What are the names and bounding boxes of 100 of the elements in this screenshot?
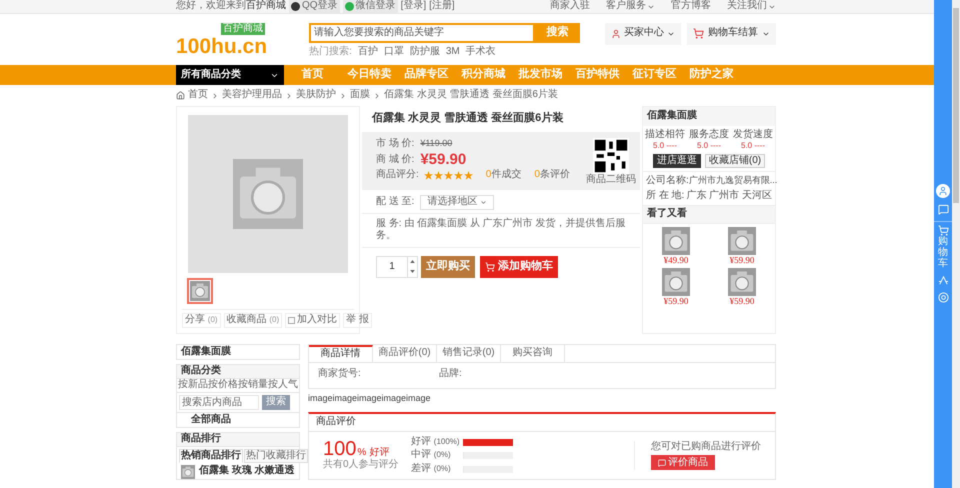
breadcrumb-link[interactable]: 美容护理用品 bbox=[222, 89, 282, 102]
compare-label: 加入对比 bbox=[297, 314, 338, 326]
compare-checkbox[interactable] bbox=[288, 316, 296, 324]
cart-button[interactable]: 购物车结算 bbox=[687, 22, 776, 44]
shop-search-field[interactable]: 搜索店内商品 bbox=[179, 395, 259, 410]
circle-icon[interactable] bbox=[938, 292, 948, 303]
cart-icon bbox=[938, 225, 948, 236]
star-icon bbox=[464, 171, 473, 180]
separator-icon bbox=[211, 92, 219, 100]
sort-link[interactable]: 按人气 bbox=[268, 379, 298, 392]
register-link[interactable]: [注册] bbox=[429, 0, 455, 13]
detail-field-label: 品牌: bbox=[439, 368, 463, 381]
delivery-label: 配 送 至: bbox=[376, 196, 414, 208]
login-link[interactable]: 微信登录 bbox=[342, 0, 398, 13]
top-link[interactable]: 客户服务 bbox=[606, 0, 655, 13]
market-price-label: 市 场 价: bbox=[376, 138, 414, 150]
score-value: 5.0 ---- bbox=[653, 141, 677, 151]
reviews-title: 商品评价 bbox=[309, 414, 775, 432]
detail-tab[interactable]: 商品评价(0) bbox=[373, 345, 437, 362]
ranking-tab[interactable]: 热销商品排行 bbox=[179, 449, 243, 463]
rating-bar-label: 差评 (0%) bbox=[411, 462, 452, 476]
location-value: 广东 广州市 天河区 bbox=[686, 190, 772, 202]
score-value: 5.0 ---- bbox=[741, 141, 765, 151]
avatar-icon[interactable] bbox=[936, 184, 950, 198]
qr-code-label: 商品二维码 bbox=[586, 174, 636, 186]
shop-name-panel: 佰露集面膜 bbox=[176, 344, 300, 360]
product-action-link[interactable]: 收藏商品 (0) bbox=[224, 313, 282, 328]
search-field[interactable]: 请输入您要搜索的商品关键字 bbox=[309, 22, 536, 42]
increment-icon[interactable] bbox=[410, 260, 415, 264]
mall-price: ¥59.90 bbox=[420, 152, 466, 168]
top-link[interactable]: 官方博客 bbox=[671, 0, 711, 13]
score-label: 服务态度 bbox=[689, 128, 729, 141]
category-menu-button[interactable]: 所有商品分类 bbox=[176, 65, 284, 85]
all-products-link[interactable]: 全部商品 bbox=[191, 414, 231, 426]
report-link[interactable]: 举 报 bbox=[343, 313, 372, 328]
favorite-store-button[interactable]: 收藏店铺(0) bbox=[704, 154, 766, 168]
enter-store-button[interactable]: 进店逛逛 bbox=[652, 154, 701, 168]
viewed-title: 看了又看 bbox=[643, 205, 775, 224]
thumbnail[interactable] bbox=[187, 278, 213, 304]
top-link[interactable]: 关注我们 bbox=[727, 0, 776, 13]
breadcrumb-link[interactable]: 首页 bbox=[188, 89, 208, 102]
decrement-icon[interactable] bbox=[410, 270, 415, 274]
breadcrumb-link[interactable]: 面膜 bbox=[350, 89, 370, 102]
star-icon bbox=[434, 171, 443, 180]
ranking-item-title[interactable]: 佰露集 玫瑰 水嫩通透 bbox=[199, 465, 295, 479]
breadcrumb-link[interactable]: 美肤防护 bbox=[296, 89, 336, 102]
viewed-price: ¥49.90 bbox=[664, 254, 688, 266]
location-label: 所 在 地: bbox=[646, 190, 684, 202]
participants-text: 共有0人参与评分 bbox=[323, 459, 399, 472]
store-name: 佰露集面膜 bbox=[643, 107, 775, 126]
hot-search-link[interactable]: 防护服 bbox=[410, 46, 440, 58]
sort-link[interactable]: 按销量 bbox=[238, 379, 268, 392]
login-link[interactable]: QQ登录 bbox=[289, 0, 340, 13]
scrollbar[interactable] bbox=[952, 0, 960, 488]
product-action-link[interactable]: 分享 (0) bbox=[182, 313, 221, 328]
separator-icon bbox=[373, 92, 381, 100]
score-value: 5.0 ---- bbox=[697, 141, 721, 151]
message-icon[interactable] bbox=[938, 204, 948, 215]
write-review-button[interactable]: 评价商品 bbox=[651, 455, 715, 470]
market-price: ¥119.00 bbox=[420, 138, 452, 150]
hot-search-link[interactable]: 口罩 bbox=[384, 46, 404, 58]
ranking-tab[interactable]: 热门收藏排行 bbox=[244, 449, 308, 463]
star-icon bbox=[424, 171, 433, 180]
score-label: 描述相符 bbox=[645, 128, 685, 141]
quantity-field[interactable]: 1 bbox=[376, 256, 418, 278]
detail-tab[interactable]: 购买咨询 bbox=[501, 345, 565, 362]
cart-icon bbox=[693, 28, 704, 39]
separator-icon bbox=[285, 92, 293, 100]
user-icon bbox=[611, 28, 621, 38]
detail-tab[interactable]: 销售记录(0) bbox=[437, 345, 501, 362]
detail-tab[interactable]: 商品详情 bbox=[309, 345, 373, 362]
hot-search-link[interactable]: 3M bbox=[446, 46, 460, 58]
review-count: 0条评价 bbox=[534, 169, 570, 182]
rating-bar-label: 好评 (100%) bbox=[411, 436, 459, 448]
positive-rate: 100 bbox=[323, 439, 356, 460]
caret-icon bbox=[480, 198, 488, 206]
positive-label: 好评 bbox=[369, 446, 390, 458]
camera-icon bbox=[233, 159, 303, 229]
hot-search-link[interactable]: 百护 bbox=[358, 46, 378, 58]
sidebar-cart-link[interactable]: 购物车 bbox=[938, 236, 948, 269]
review-prompt: 您可对已购商品进行评价 bbox=[651, 440, 761, 454]
star-icon bbox=[454, 171, 463, 180]
breadcrumb-link[interactable]: 佰露集 水灵灵 雪肤通透 蚕丝面膜6片装 bbox=[384, 89, 558, 102]
mall-price-label: 商 城 价: bbox=[376, 154, 414, 166]
qr-code-icon bbox=[593, 138, 629, 174]
company-label: 公司名称: bbox=[646, 175, 689, 188]
region-select[interactable]: 请选择地区 bbox=[420, 194, 494, 210]
product-thumbnail bbox=[728, 268, 756, 296]
login-link[interactable]: [登录] bbox=[400, 0, 426, 13]
hot-search-link[interactable]: 手术衣 bbox=[466, 46, 496, 58]
add-to-cart-button[interactable]: 添加购物车 bbox=[480, 256, 558, 278]
product-title: 佰露集 水灵灵 雪肤通透 蚕丝面膜6片装 bbox=[370, 110, 564, 126]
top-link[interactable]: 商家入驻 bbox=[550, 0, 590, 13]
sort-link[interactable]: 按新品 bbox=[178, 379, 208, 392]
service-text: 服 务: 由 佰露集面膜 从 广东广州市 发货，并提供售后服务。 bbox=[362, 214, 640, 248]
sort-link[interactable]: 按价格 bbox=[208, 379, 238, 392]
product-thumbnail bbox=[662, 226, 690, 254]
cart-icon bbox=[485, 262, 495, 272]
buyer-center-button[interactable]: 买家中心 bbox=[605, 22, 681, 44]
buy-now-button[interactable]: 立即购买 bbox=[421, 256, 475, 278]
